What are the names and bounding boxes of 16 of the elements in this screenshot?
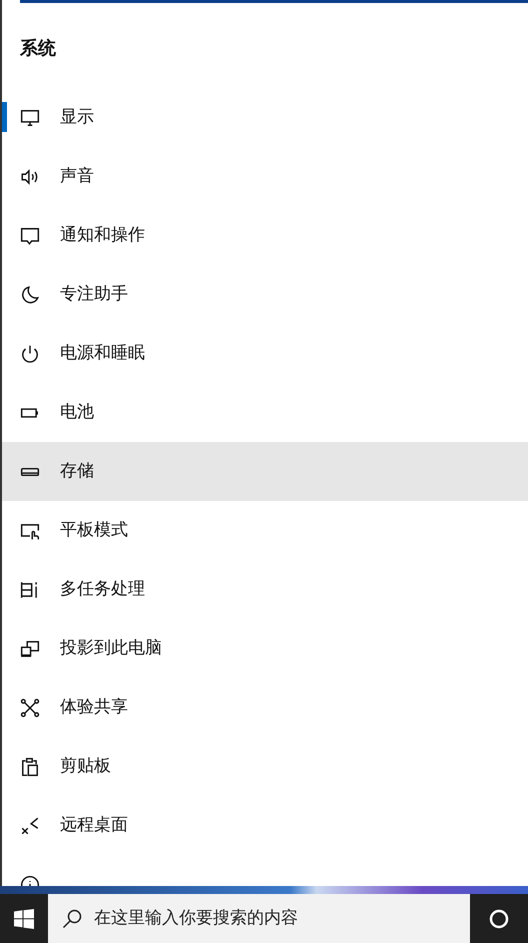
power-icon <box>20 344 40 364</box>
share-nodes-icon <box>20 698 40 718</box>
section-title: 系统 <box>20 38 56 59</box>
speech-bubble-icon <box>20 226 40 246</box>
speaker-icon <box>20 166 40 186</box>
projection-icon <box>20 638 40 658</box>
nav-item[interactable]: 存储 <box>2 442 528 501</box>
windows-logo-icon <box>14 908 34 928</box>
moon-icon <box>20 284 40 304</box>
search-bar[interactable]: 在这里输入你要搜索的内容 <box>48 894 470 943</box>
circle-icon <box>489 908 509 928</box>
search-icon <box>62 908 82 928</box>
clipboard-icon <box>20 756 40 776</box>
remote-desktop-icon <box>20 816 40 836</box>
monitor-icon <box>20 108 40 128</box>
multitask-icon <box>20 580 40 600</box>
